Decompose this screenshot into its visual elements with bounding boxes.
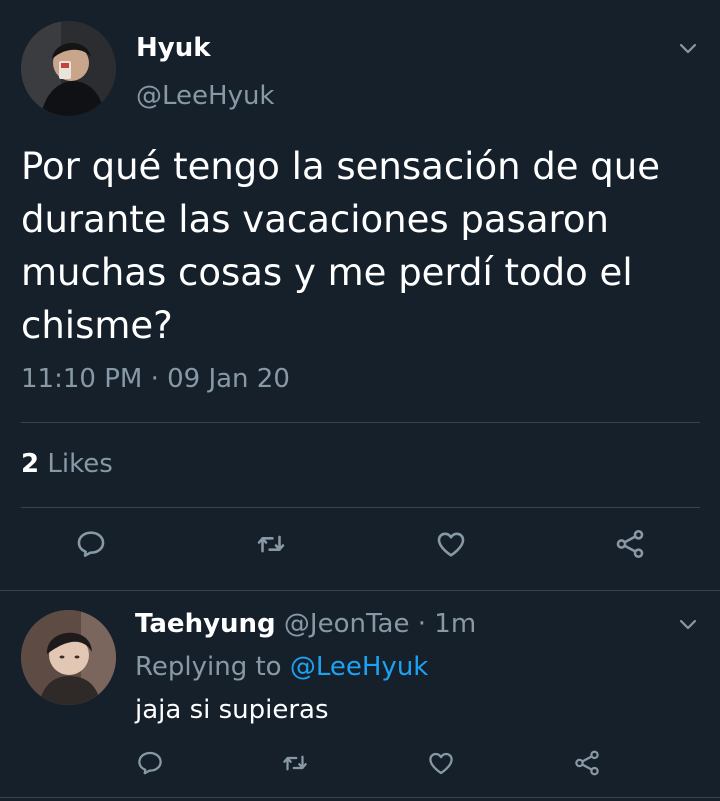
retweet-icon (280, 748, 310, 782)
reply-time[interactable]: 1m (434, 609, 476, 639)
share-icon (572, 748, 602, 782)
share-icon (613, 527, 647, 565)
reply-retweet-button[interactable] (275, 745, 315, 785)
replying-to-label: Replying to (135, 652, 282, 682)
reply-icon (74, 527, 108, 565)
retweet-button[interactable] (251, 526, 291, 566)
divider (21, 507, 700, 508)
replying-to-handle[interactable]: @LeeHyuk (290, 652, 429, 682)
tweet-detail-screen: Hyuk @LeeHyuk Por qué tengo la sensación… (0, 0, 720, 801)
avatar[interactable] (21, 21, 116, 116)
tweet-timestamp[interactable]: 11:10 PM · 09 Jan 20 (21, 364, 290, 394)
like-button[interactable] (431, 526, 471, 566)
heart-icon (434, 527, 468, 565)
divider (0, 797, 720, 798)
reply-icon (135, 748, 165, 782)
replying-to: Replying to @LeeHyuk (135, 652, 428, 682)
reply-like-button[interactable] (421, 745, 461, 785)
reply-avatar[interactable] (21, 610, 116, 705)
likes-label: Likes (47, 449, 113, 479)
tweet-text: Por qué tengo la sensación de que durant… (21, 145, 661, 347)
chevron-down-icon[interactable] (676, 612, 700, 636)
share-button[interactable] (610, 526, 650, 566)
divider (0, 590, 720, 591)
reply-header: Taehyung @JeonTae · 1m (135, 609, 476, 639)
heart-icon (426, 748, 456, 782)
author-name[interactable]: Hyuk (136, 33, 211, 63)
reply-author-name[interactable]: Taehyung (135, 609, 276, 639)
divider (21, 422, 700, 423)
likes-number: 2 (21, 449, 40, 479)
likes-count[interactable]: 2 Likes (21, 449, 113, 479)
reply-author-handle[interactable]: @JeonTae (284, 609, 410, 639)
reply-text: jaja si supieras (135, 695, 329, 725)
chevron-down-icon[interactable] (676, 36, 700, 60)
reply-share-button[interactable] (567, 745, 607, 785)
retweet-icon (254, 527, 288, 565)
author-handle[interactable]: @LeeHyuk (136, 81, 275, 111)
reply-reply-button[interactable] (130, 745, 170, 785)
reply-button[interactable] (71, 526, 111, 566)
reply-separator: · (409, 609, 435, 639)
